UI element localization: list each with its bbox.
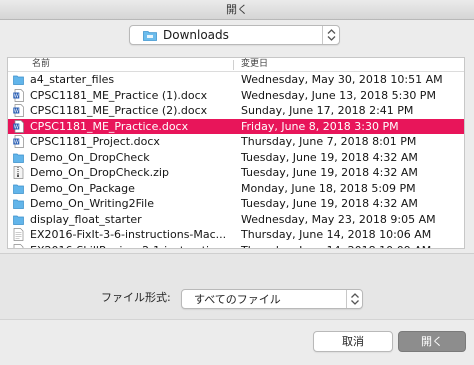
file-name: EX2016-SkillReview-2-1-instruction... xyxy=(30,243,230,249)
file-row[interactable]: EX2016-SkillReview-2-1-instruction... Thu… xyxy=(8,243,464,249)
file-name: CPSC1181_ME_Practice (1).docx xyxy=(30,88,208,102)
folder-icon xyxy=(13,73,24,86)
list-header: 名前 変更日 xyxy=(8,58,464,72)
file-name: a4_starter_files xyxy=(30,73,115,86)
folder-icon xyxy=(13,182,24,195)
file-row[interactable]: a4_starter_files Wednesday, May 30, 2018 … xyxy=(8,72,464,88)
file-name: Demo_On_Package xyxy=(30,181,135,195)
folder-icon xyxy=(13,151,24,164)
file-name: display_float_starter xyxy=(30,212,142,226)
file-list[interactable]: 名前 変更日 a4_starter_files Wednesday, May 30… xyxy=(7,57,465,249)
folder-icon xyxy=(13,197,24,210)
word-document-icon: W xyxy=(13,119,24,133)
folder-icon xyxy=(143,31,157,41)
column-header-name[interactable]: 名前 xyxy=(32,58,50,71)
file-modified-date: Tuesday, June 19, 2018 4:32 AM xyxy=(241,150,418,164)
word-document-icon: W xyxy=(13,135,24,148)
file-row[interactable]: W CPSC1181_ME_Practice (2).docx Sunday, Ju… xyxy=(8,103,464,119)
open-button[interactable]: 開く xyxy=(398,331,466,352)
folder-icon xyxy=(13,213,24,226)
cancel-button[interactable]: 取消 xyxy=(313,331,393,352)
file-modified-date: Friday, June 8, 2018 3:30 PM xyxy=(241,119,399,133)
column-header-date[interactable]: 変更日 xyxy=(241,58,268,71)
file-rows: a4_starter_files Wednesday, May 30, 2018 … xyxy=(8,72,464,249)
window-title: 開く xyxy=(0,0,474,20)
file-name: CPSC1181_ME_Practice (2).docx xyxy=(30,104,208,117)
file-modified-date: Wednesday, May 30, 2018 10:51 AM xyxy=(241,73,443,86)
format-stepper[interactable] xyxy=(346,290,362,308)
word-document-icon: W xyxy=(13,104,24,117)
word-document-icon: W xyxy=(13,88,24,102)
location-stepper[interactable] xyxy=(322,26,339,44)
file-modified-date: Thursday, June 14, 2018 10:06 AM xyxy=(241,228,432,241)
file-modified-date: Tuesday, June 19, 2018 4:32 AM xyxy=(241,166,418,179)
file-format-value: すべてのファイル xyxy=(194,293,281,306)
file-modified-date: Tuesday, June 19, 2018 4:32 AM xyxy=(241,197,418,210)
file-modified-date: Wednesday, June 13, 2018 5:30 PM xyxy=(241,88,436,102)
file-modified-date: Thursday, June 14, 2018 10:09 AM xyxy=(241,243,431,249)
file-name: Demo_On_DropCheck.zip xyxy=(30,166,169,179)
file-row[interactable]: W CPSC1181_Project.docx Thursday, June 7, … xyxy=(8,134,464,150)
file-row[interactable]: Demo_On_Writing2File Tuesday, June 19, 20… xyxy=(8,196,464,212)
file-row[interactable]: EX2016-FixIt-3-6-instructions-Mac... Thur… xyxy=(8,227,464,243)
document-icon xyxy=(13,243,24,248)
file-name: Demo_On_DropCheck xyxy=(30,150,150,164)
svg-text:W: W xyxy=(14,93,19,99)
file-row[interactable]: Demo_On_DropCheck.zip Tuesday, June 19, 2… xyxy=(8,165,464,181)
accessory-panel xyxy=(0,253,474,320)
svg-text:W: W xyxy=(14,139,19,145)
file-name: Demo_On_Writing2File xyxy=(30,197,155,210)
file-name: CPSC1181_ME_Practice.docx xyxy=(30,119,189,133)
chevron-updown-icon xyxy=(327,29,336,41)
scrollbar-thumb[interactable] xyxy=(455,74,462,248)
file-name: EX2016-FixIt-3-6-instructions-Mac... xyxy=(30,228,227,241)
file-modified-date: Monday, June 18, 2018 5:09 PM xyxy=(241,181,416,195)
svg-text:W: W xyxy=(14,108,19,114)
file-modified-date: Thursday, June 7, 2018 8:01 PM xyxy=(241,135,417,148)
file-format-label: ファイル形式: xyxy=(101,291,171,304)
file-name: CPSC1181_Project.docx xyxy=(30,135,160,148)
file-row[interactable]: Demo_On_DropCheck Tuesday, June 19, 2018 … xyxy=(8,150,464,166)
file-format-select[interactable]: すべてのファイル xyxy=(181,289,363,309)
scrollbar[interactable] xyxy=(455,74,462,248)
zip-file-icon xyxy=(13,166,24,179)
file-row[interactable]: display_float_starter Wednesday, May 23, … xyxy=(8,212,464,228)
file-row[interactable]: Demo_On_Package Monday, June 18, 2018 5:0… xyxy=(8,181,464,197)
file-modified-date: Wednesday, May 23, 2018 9:05 AM xyxy=(241,212,436,226)
document-icon xyxy=(13,228,24,241)
file-modified-date: Sunday, June 17, 2018 2:41 PM xyxy=(241,104,414,117)
location-label: Downloads xyxy=(163,28,229,42)
column-separator xyxy=(233,60,234,70)
location-popup[interactable]: Downloads xyxy=(129,25,340,45)
chevron-updown-icon xyxy=(351,293,359,305)
file-row-selected[interactable]: W CPSC1181_ME_Practice.docx Friday, June 8… xyxy=(8,118,464,134)
file-row[interactable]: W CPSC1181_ME_Practice (1).docx Wednesday,… xyxy=(8,88,464,104)
svg-text:W: W xyxy=(14,124,19,130)
